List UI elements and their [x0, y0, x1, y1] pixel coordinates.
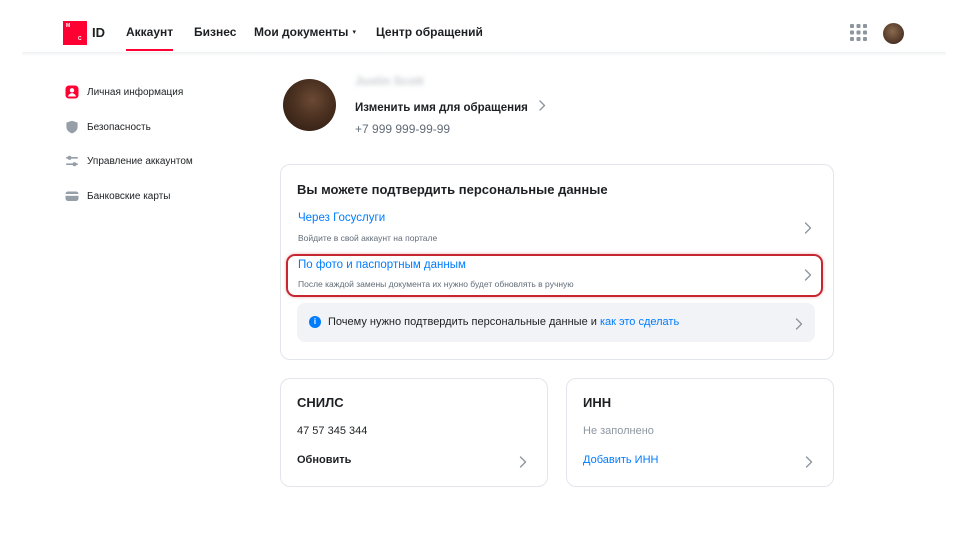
header-avatar[interactable]: [883, 23, 904, 44]
profile-avatar[interactable]: [283, 79, 336, 131]
top-header: М С ID Аккаунт Бизнес Мои документы ▾ Цен…: [0, 0, 960, 56]
tab-support-center-label: Центр обращений: [376, 25, 483, 39]
logo-letter-m: М: [66, 23, 71, 29]
sidebar-item-label: Банковские карты: [87, 190, 171, 202]
inn-title: ИНН: [583, 395, 612, 410]
sidebar-item-personal-info[interactable]: Личная информация: [65, 85, 183, 99]
snils-value: 47 57 345 344: [297, 425, 368, 437]
profile-name: Justin Scott: [355, 74, 424, 88]
logo-letter-s: С: [78, 36, 82, 42]
chevron-right-icon: [519, 455, 527, 468]
sliders-icon: [65, 154, 79, 168]
change-name-link[interactable]: Изменить имя для обращения: [355, 100, 546, 114]
chevron-right-icon: [804, 221, 812, 234]
option-passport-title: По фото и паспортным данным: [298, 259, 466, 271]
logo-id-text: ID: [92, 25, 105, 40]
option-gosuslugi-title: Через Госуслуги: [298, 212, 386, 224]
chevron-right-icon: [795, 317, 803, 330]
snils-title: СНИЛС: [297, 395, 344, 410]
header-divider: [22, 52, 946, 56]
shield-icon: [65, 120, 79, 134]
tab-account[interactable]: Аккаунт: [126, 25, 174, 51]
tab-business-label: Бизнес: [194, 25, 237, 39]
snils-update-label: Обновить: [297, 454, 352, 466]
sidebar-item-bank-cards[interactable]: Банковские карты: [65, 189, 170, 203]
chevron-right-icon: [805, 455, 813, 468]
tab-business[interactable]: Бизнес: [194, 25, 236, 39]
verify-card-title: Вы можете подтвердить персональные данны…: [297, 182, 608, 197]
sidebar-item-security[interactable]: Безопасность: [65, 120, 151, 134]
tab-account-label: Аккаунт: [126, 25, 174, 39]
sidebar-item-account-management[interactable]: Управление аккаунтом: [65, 154, 193, 168]
sidebar-item-label: Личная информация: [87, 86, 184, 98]
tab-my-documents-label: Мои документы: [254, 25, 349, 39]
option-gosuslugi-subtitle: Войдите в свой аккаунт на портале: [298, 233, 438, 243]
sidebar-item-label: Управление аккаунтом: [87, 155, 193, 167]
tab-my-documents[interactable]: Мои документы ▾: [254, 25, 356, 39]
add-inn-label: Добавить ИНН: [583, 454, 659, 466]
chevron-down-icon: ▾: [352, 29, 356, 36]
option-passport-subtitle: После каждой замены документа их нужно б…: [298, 279, 574, 289]
sidebar-item-label: Безопасность: [87, 121, 151, 133]
card-icon: [65, 189, 79, 203]
tab-support-center[interactable]: Центр обращений: [376, 25, 483, 39]
info-icon: i: [309, 316, 321, 328]
chevron-right-icon: [539, 100, 546, 114]
mts-logo[interactable]: М С: [63, 21, 87, 45]
inn-value: Не заполнено: [583, 425, 654, 437]
info-text-main: Почему нужно подтвердить персональные да…: [328, 316, 597, 328]
chevron-right-icon: [804, 268, 812, 281]
change-name-label: Изменить имя для обращения: [355, 102, 528, 114]
grid-icon[interactable]: [850, 24, 867, 41]
profile-phone: +7 999 999-99-99: [355, 122, 451, 136]
how-to-link[interactable]: как это сделать: [600, 316, 679, 328]
why-verify-info-row[interactable]: i Почему нужно подтвердить персональные …: [297, 303, 815, 342]
info-text: Почему нужно подтвердить персональные да…: [328, 316, 679, 328]
user-icon: [65, 85, 79, 99]
